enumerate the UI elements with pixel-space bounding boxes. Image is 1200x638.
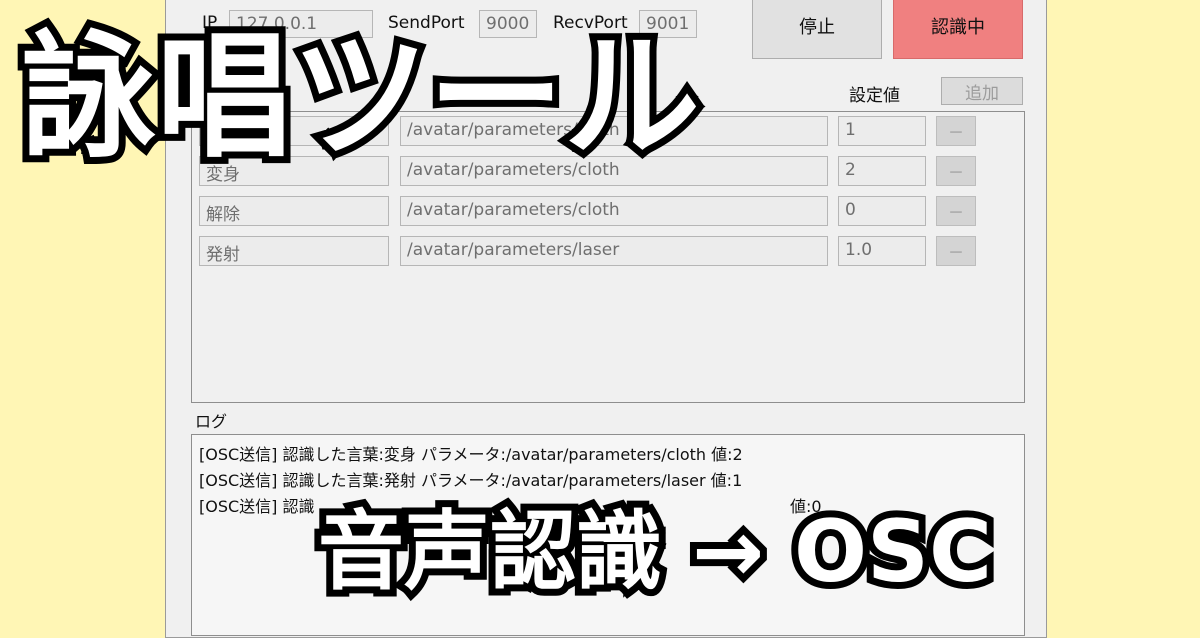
log-line: [OSC送信] 認識した言葉:変身 パラメータ:/avatar/paramete… (199, 445, 743, 464)
word-input[interactable]: 発射 (199, 236, 389, 266)
address-input[interactable]: /avatar/parameters/laser (400, 236, 828, 266)
log-line: [OSC送信] 認識 (199, 497, 315, 516)
value-input[interactable]: 0 (838, 196, 926, 226)
word-input[interactable]: 解除 (199, 196, 389, 226)
value-input[interactable]: 1 (838, 116, 926, 146)
value-column-header: 設定値 (849, 86, 900, 106)
overlay-title: 詠唱ツール (13, 12, 707, 184)
stop-button[interactable]: 停止 (752, 0, 882, 59)
value-input[interactable]: 1.0 (838, 236, 926, 266)
recognizing-button[interactable]: 認識中 (893, 0, 1023, 59)
log-line: [OSC送信] 認識した言葉:発射 パラメータ:/avatar/paramete… (199, 471, 743, 490)
address-input[interactable]: /avatar/parameters/cloth (400, 196, 828, 226)
overlay-subtitle: 音声認識 → OSC (311, 495, 999, 609)
log-label: ログ (195, 412, 228, 431)
remove-row-button[interactable]: － (936, 156, 976, 186)
remove-row-button[interactable]: － (936, 236, 976, 266)
value-input[interactable]: 2 (838, 156, 926, 186)
remove-row-button[interactable]: － (936, 116, 976, 146)
add-button[interactable]: 追加 (941, 77, 1023, 105)
remove-row-button[interactable]: － (936, 196, 976, 226)
